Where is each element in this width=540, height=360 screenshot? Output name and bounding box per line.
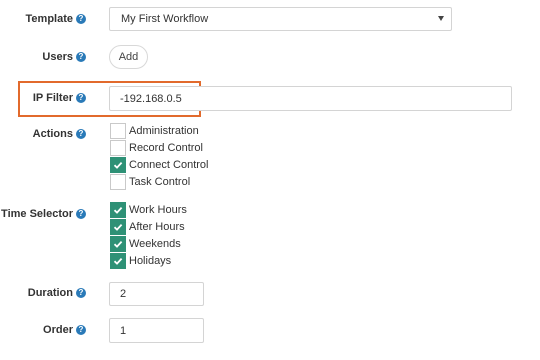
- checkbox-label: Holidays: [129, 254, 172, 267]
- order-label: Order: [43, 324, 73, 336]
- checkbox-label: Administration: [129, 124, 199, 137]
- actions-checkbox-item[interactable]: Connect Control: [110, 156, 209, 173]
- time-selector-help-icon[interactable]: ?: [76, 209, 86, 219]
- ip-filter-label: IP Filter: [32, 92, 73, 104]
- checkbox-label: After Hours: [129, 220, 185, 233]
- duration-input[interactable]: 2: [109, 282, 204, 306]
- checkbox-label: Connect Control: [129, 158, 209, 171]
- actions-checkbox-item[interactable]: Task Control: [110, 173, 209, 190]
- order-value: 1: [120, 324, 127, 337]
- time-selector-checkbox-item[interactable]: After Hours: [110, 218, 187, 235]
- duration-value: 2: [120, 288, 127, 300]
- checkbox[interactable]: [110, 201, 126, 218]
- template-help-icon[interactable]: ?: [76, 14, 86, 24]
- checkbox[interactable]: [110, 173, 126, 190]
- checkbox[interactable]: [110, 139, 126, 156]
- checkbox[interactable]: [110, 218, 126, 235]
- chevron-down-icon: [438, 16, 444, 21]
- checkmark-icon: [113, 257, 123, 265]
- add-user-button[interactable]: Add: [109, 45, 148, 69]
- users-help-icon[interactable]: ?: [76, 52, 86, 62]
- duration-label-group: Duration ?: [28, 287, 86, 299]
- checkmark-icon: [113, 161, 123, 169]
- ip-filter-help-icon[interactable]: ?: [76, 93, 86, 103]
- checkmark-icon: [113, 223, 123, 231]
- ip-filter-value: -192.168.0.5: [120, 92, 182, 105]
- checkbox-label: Work Hours: [129, 203, 187, 216]
- time-selector-checkbox-item[interactable]: Weekends: [110, 235, 187, 252]
- checkmark-icon: [113, 206, 123, 214]
- ip-filter-label-group: IP Filter ?: [33, 92, 86, 104]
- duration-label: Duration: [27, 287, 73, 299]
- checkbox-label: Weekends: [129, 237, 181, 250]
- template-label-group: Template ?: [26, 13, 86, 25]
- time-selector-checkbox-list: Work Hours After Hours Weekends Holidays: [110, 201, 187, 269]
- users-label: Users: [42, 51, 73, 63]
- template-select[interactable]: My First Workflow: [109, 7, 452, 31]
- template-label: Template: [25, 13, 73, 25]
- workflow-form: Template ? My First Workflow Users ? Add…: [0, 0, 540, 360]
- order-help-icon[interactable]: ?: [76, 325, 86, 335]
- checkbox[interactable]: [110, 235, 126, 252]
- duration-help-icon[interactable]: ?: [76, 288, 86, 298]
- users-label-group: Users ?: [42, 51, 86, 63]
- actions-label-group: Actions ?: [33, 128, 86, 140]
- time-selector-checkbox-item[interactable]: Holidays: [110, 252, 187, 269]
- order-label-group: Order ?: [43, 324, 86, 336]
- checkbox-label: Record Control: [129, 141, 203, 154]
- ip-filter-input[interactable]: -192.168.0.5: [109, 86, 512, 111]
- actions-label: Actions: [32, 128, 73, 140]
- actions-checkbox-item[interactable]: Record Control: [110, 139, 209, 156]
- time-selector-checkbox-item[interactable]: Work Hours: [110, 201, 187, 218]
- checkbox[interactable]: [110, 156, 126, 173]
- checkbox[interactable]: [110, 122, 126, 139]
- checkmark-icon: [113, 240, 123, 248]
- actions-help-icon[interactable]: ?: [76, 129, 86, 139]
- order-input[interactable]: 1: [109, 318, 204, 343]
- time-selector-label-group: Time Selector ?: [1, 208, 86, 220]
- actions-checkbox-item[interactable]: Administration: [110, 122, 209, 139]
- time-selector-label: Time Selector: [1, 208, 73, 220]
- actions-checkbox-list: Administration Record Control Connect Co…: [110, 122, 209, 190]
- checkbox[interactable]: [110, 252, 126, 269]
- template-select-value: My First Workflow: [121, 13, 209, 25]
- checkbox-label: Task Control: [129, 175, 191, 188]
